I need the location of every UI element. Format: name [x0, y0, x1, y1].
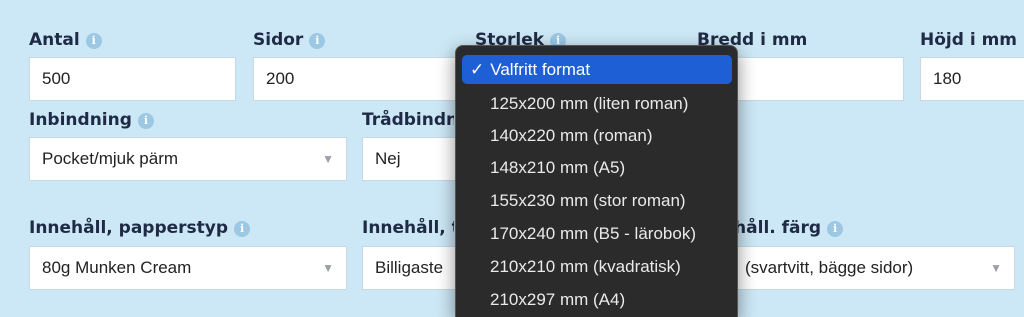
- dropdown-option[interactable]: 210x210 mm (kvadratisk): [462, 252, 732, 281]
- dropdown-option[interactable]: 155x230 mm (stor roman): [462, 186, 732, 215]
- dropdown-option[interactable]: 210x297 mm (A4): [462, 285, 732, 314]
- checkmark-icon: ✓: [470, 60, 485, 79]
- sidor-input[interactable]: 200: [253, 57, 463, 101]
- dropdown-option-selected[interactable]: ✓ Valfritt format: [462, 55, 732, 84]
- antal-input[interactable]: 500: [29, 57, 236, 101]
- sidor-label: Sidor i: [253, 30, 326, 50]
- info-icon[interactable]: i: [85, 33, 102, 49]
- info-icon[interactable]: i: [309, 33, 326, 49]
- dropdown-option[interactable]: 170x240 mm (B5 - lärobok): [462, 219, 732, 248]
- info-icon[interactable]: i: [137, 113, 154, 129]
- dropdown-option[interactable]: 125x200 mm (liten roman): [462, 89, 732, 118]
- hojd-input[interactable]: 180: [920, 57, 1024, 101]
- chevron-down-icon: ▼: [322, 152, 334, 166]
- papperstyp-select[interactable]: 80g Munken Cream ▼: [29, 246, 347, 290]
- antal-label: Antal i: [29, 30, 102, 50]
- dropdown-option[interactable]: 140x220 mm (roman): [462, 121, 732, 150]
- info-icon[interactable]: i: [827, 221, 844, 237]
- innehall-t-select[interactable]: Billigaste: [362, 246, 462, 290]
- papperstyp-label: Innehåll, papperstyp i: [29, 218, 251, 238]
- chevron-down-icon: ▼: [322, 261, 334, 275]
- chevron-down-icon: ▼: [990, 261, 1002, 275]
- innehall-t-label: Innehåll, t: [362, 218, 454, 238]
- inbindning-label: Inbindning i: [29, 110, 154, 130]
- tradbindning-label: Trådbindning: [362, 110, 454, 130]
- farg-select[interactable]: (svartvitt, bägge sidor) ▼: [720, 246, 1015, 290]
- storlek-dropdown-list[interactable]: ✓ Valfritt format 125x200 mm (liten roman…: [455, 45, 738, 317]
- tradbindning-select[interactable]: Nej: [362, 137, 462, 181]
- dropdown-option[interactable]: 148x210 mm (A5): [462, 153, 732, 182]
- hojd-label: Höjd i mm: [920, 30, 1017, 50]
- info-icon[interactable]: i: [234, 221, 251, 237]
- inbindning-select[interactable]: Pocket/mjuk pärm ▼: [29, 137, 347, 181]
